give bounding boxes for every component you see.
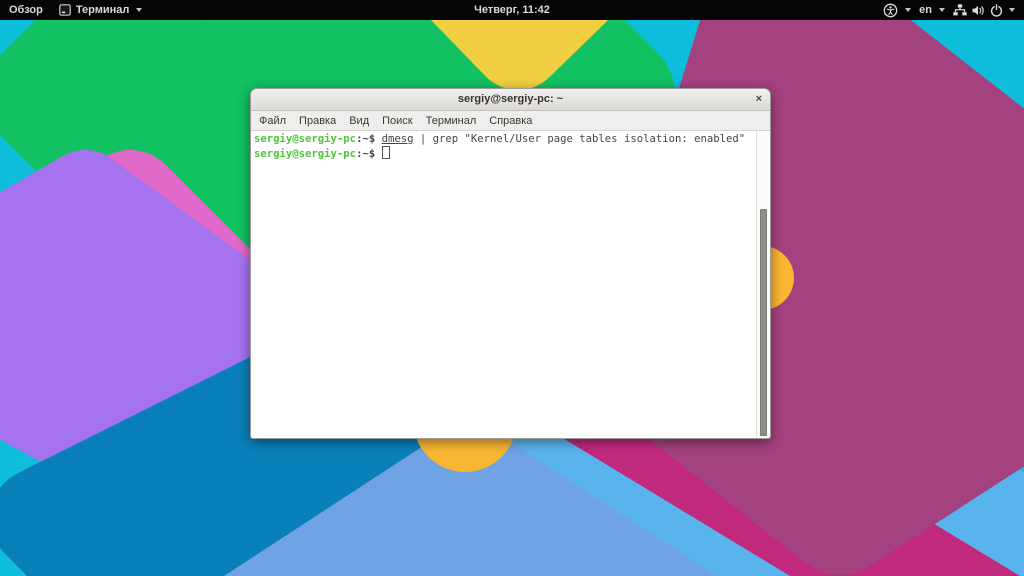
terminal-window-icon: [59, 4, 71, 16]
accessibility-menu-button[interactable]: [883, 3, 912, 18]
prompt-suffix: :~$: [356, 133, 382, 145]
scrollbar-thumb[interactable]: [760, 209, 767, 436]
top-bar: Обзор Терминал Четверг, 11:42 en: [0, 0, 1024, 20]
system-status-menu-button[interactable]: [953, 3, 1015, 17]
chevron-down-icon: [905, 8, 912, 12]
menu-view[interactable]: Вид: [349, 115, 369, 127]
keyboard-layout-button[interactable]: en: [919, 4, 945, 16]
window-title: sergiy@sergiy-pc: ~: [457, 93, 564, 105]
window-titlebar[interactable]: sergiy@sergiy-pc: ~ ×: [251, 89, 770, 111]
activities-button[interactable]: Обзор: [9, 4, 43, 16]
chevron-down-icon: [939, 8, 945, 12]
speaker-icon: [972, 5, 984, 15]
terminal-window: sergiy@sergiy-pc: ~ × Файл Правка Вид По…: [250, 88, 771, 439]
wired-network-icon: [953, 4, 967, 16]
top-bar-left: Обзор Терминал: [9, 4, 143, 16]
prompt-user-host: sergiy@sergiy-pc: [254, 133, 357, 145]
prompt-user-host: sergiy@sergiy-pc: [254, 148, 357, 160]
menu-file[interactable]: Файл: [259, 115, 286, 127]
menu-search[interactable]: Поиск: [382, 115, 412, 127]
keyboard-layout-label: en: [919, 4, 932, 16]
top-bar-right: en: [883, 3, 1015, 18]
close-button[interactable]: ×: [756, 89, 762, 110]
terminal-scrollbar[interactable]: [756, 131, 770, 438]
app-menu-button[interactable]: Терминал: [59, 4, 143, 16]
prompt-suffix: :~$: [356, 148, 382, 160]
terminal-cursor: [381, 146, 390, 159]
clock-label: Четверг, 11:42: [474, 4, 550, 16]
chevron-down-icon: [136, 8, 143, 12]
terminal-line: sergiy@sergiy-pc:~$: [254, 146, 770, 161]
clock-button[interactable]: Четверг, 11:42: [474, 0, 550, 20]
window-menubar: Файл Правка Вид Поиск Терминал Справка: [251, 111, 770, 131]
activities-label: Обзор: [9, 4, 43, 16]
terminal-content[interactable]: sergiy@sergiy-pc:~$ dmesg | grep "Kernel…: [251, 131, 770, 438]
accessibility-icon: [883, 3, 898, 17]
power-icon: [990, 3, 1003, 17]
menu-help[interactable]: Справка: [489, 115, 532, 127]
menu-terminal[interactable]: Терминал: [426, 115, 477, 127]
app-menu-label: Терминал: [75, 4, 130, 16]
command-word: dmesg: [381, 133, 414, 145]
terminal-line: sergiy@sergiy-pc:~$ dmesg | grep "Kernel…: [254, 132, 770, 146]
command-rest: | grep "Kernel/User page tables isolatio…: [413, 133, 746, 145]
chevron-down-icon: [1009, 8, 1015, 12]
menu-edit[interactable]: Правка: [299, 115, 336, 127]
